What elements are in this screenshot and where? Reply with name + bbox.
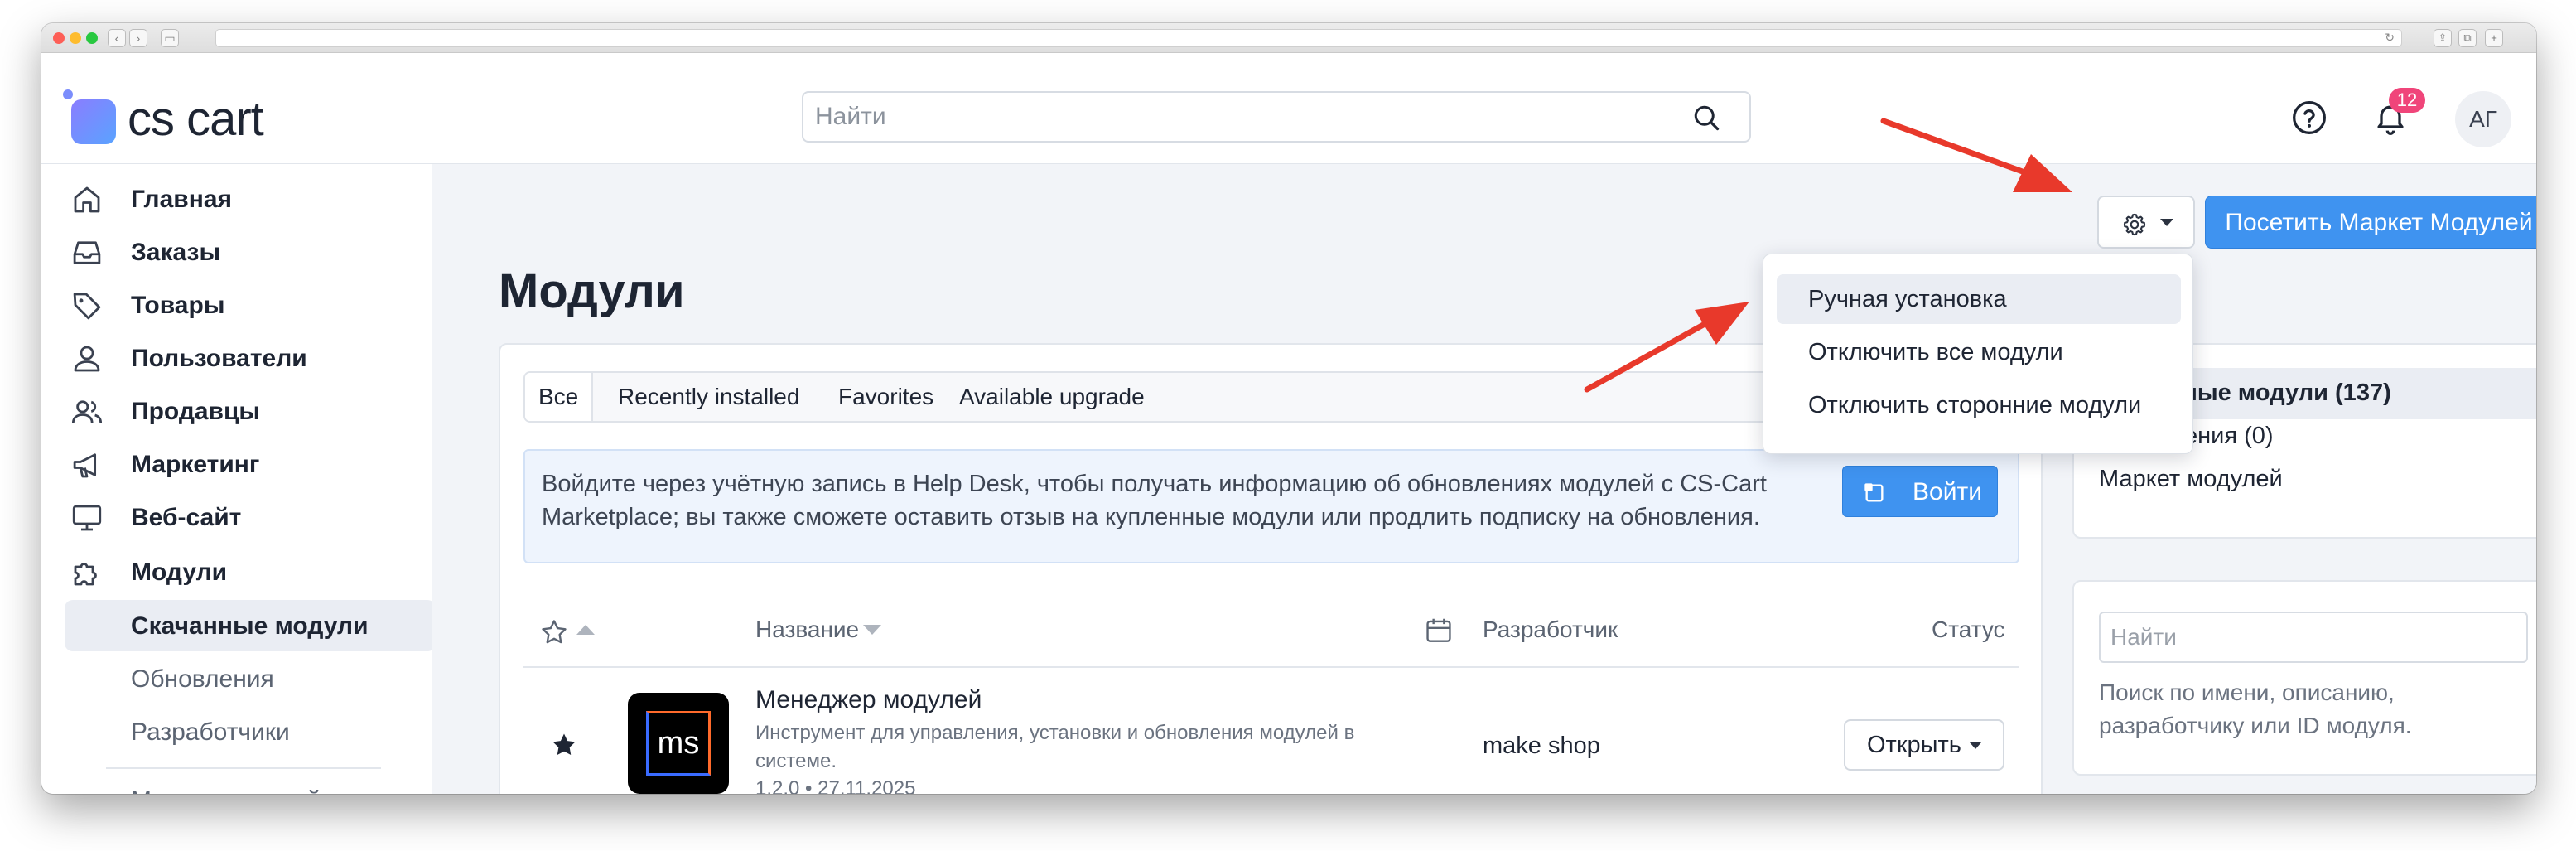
sidebar-item-label: Заказы xyxy=(131,239,221,266)
gear-icon xyxy=(2123,213,2146,236)
page-title: Модули xyxy=(499,264,685,318)
helpdesk-notice: Войдите через учётную запись в Help Desk… xyxy=(523,449,2019,563)
sidebar-item-modules[interactable]: Модули xyxy=(65,547,416,597)
column-status-header[interactable]: Статус xyxy=(1932,616,2005,643)
module-name[interactable]: Менеджер модулей xyxy=(755,686,982,714)
sidebar-subitem-updates[interactable]: Обновления xyxy=(65,653,436,704)
sidebar-subitem-label: Обновления xyxy=(131,665,274,693)
table-header-divider xyxy=(523,666,2019,668)
home-icon xyxy=(74,186,100,213)
sort-desc-icon[interactable] xyxy=(863,625,881,635)
sidebar-subitem-developers[interactable]: Разработчики xyxy=(65,706,436,757)
logo-text: cs cart xyxy=(128,92,264,146)
notifications-badge: 12 xyxy=(2389,88,2425,113)
sidebar-subitem-downloaded-modules[interactable]: Скачанные модули xyxy=(65,600,436,651)
forward-icon[interactable]: › xyxy=(129,29,147,47)
address-bar[interactable]: ↻ xyxy=(215,29,2402,47)
sidebar-item-products[interactable]: Товары xyxy=(65,280,416,330)
sidebar-item-users[interactable]: Пользователи xyxy=(65,333,416,383)
user-icon xyxy=(74,346,100,372)
menu-item-disable-third-party[interactable]: Отключить сторонние модули xyxy=(1777,380,2181,430)
open-module-label: Открыть xyxy=(1867,732,1961,758)
cs-cart-logo[interactable]: cs cart xyxy=(63,89,311,147)
sidebar-item-marketing[interactable]: Маркетинг xyxy=(65,439,416,489)
sidebar-item-label: Товары xyxy=(131,292,225,319)
share-icon[interactable]: ⇪ xyxy=(2434,29,2452,47)
tabs-icon[interactable]: ⧉ xyxy=(2458,29,2477,47)
sidebar-divider xyxy=(106,767,381,769)
chevron-down-icon xyxy=(2160,219,2173,226)
browser-chrome: ‹ › ▭ ↻ ⇪ ⧉ + xyxy=(41,23,2536,53)
global-search-input[interactable] xyxy=(803,93,1665,141)
sort-asc-icon[interactable] xyxy=(576,625,595,635)
sidebar-item-website[interactable]: Веб-сайт xyxy=(65,492,416,542)
top-header: cs cart 12 АГ xyxy=(41,53,2536,164)
menu-item-manual-install[interactable]: Ручная установка xyxy=(1777,274,2181,324)
puzzle-icon xyxy=(74,563,97,586)
login-button-label: Войти xyxy=(1913,478,1982,505)
sidebar-subitem-label: Маркет модулей xyxy=(131,786,321,794)
tab-available-upgrade[interactable]: Available upgrade xyxy=(946,373,1158,421)
sidebar: Главная Заказы Товары Пользователи Прода… xyxy=(41,164,436,794)
filter-market[interactable]: Маркет модулей xyxy=(2099,466,2283,493)
sidebar-toggle-icon[interactable]: ▭ xyxy=(161,29,179,47)
sidebar-item-home[interactable]: Главная xyxy=(65,174,416,224)
sidebar-item-label: Веб-сайт xyxy=(131,504,242,531)
tab-recently-installed[interactable]: Recently installed xyxy=(605,373,813,421)
browser-window: ‹ › ▭ ↻ ⇪ ⧉ + cs cart Найти 12 АГ Главна… xyxy=(41,23,2536,794)
avatar[interactable]: АГ xyxy=(2455,91,2511,147)
module-search-hint: Поиск по имени, описанию, разработчику и… xyxy=(2099,679,2412,738)
menu-item-disable-all[interactable]: Отключить все модули xyxy=(1777,327,2181,377)
login-icon xyxy=(1864,483,1884,502)
module-logo-text: ms xyxy=(657,726,700,761)
users-icon xyxy=(71,400,103,423)
global-search xyxy=(802,91,1751,143)
sidebar-item-label: Модули xyxy=(131,558,228,586)
visit-market-button[interactable]: Посетить Маркет Модулей xyxy=(2205,196,2536,249)
settings-dropdown-button[interactable] xyxy=(2097,196,2195,249)
monitor-icon xyxy=(72,505,102,531)
tag-icon xyxy=(73,293,101,320)
inbox-icon xyxy=(73,241,101,264)
logo-dot xyxy=(63,89,73,99)
sidebar-item-label: Маркетинг xyxy=(131,451,260,478)
sidebar-item-orders[interactable]: Заказы xyxy=(65,227,416,277)
sidebar-item-label: Главная xyxy=(131,186,233,213)
module-search-panel: Поиск по имени, описанию, разработчику и… xyxy=(2072,580,2536,776)
favorite-column-star-icon[interactable] xyxy=(538,616,570,648)
close-window-button[interactable] xyxy=(53,32,65,44)
column-name-header[interactable]: Название xyxy=(755,616,859,643)
sidebar-item-label: Продавцы xyxy=(131,398,261,425)
module-description: Инструмент для управления, установки и о… xyxy=(755,722,1355,772)
sidebar-item-label: Пользователи xyxy=(131,345,307,372)
chevron-down-icon xyxy=(1970,742,1981,749)
module-logo: ms xyxy=(628,693,729,794)
notice-text: Войдите через учётную запись в Help Desk… xyxy=(542,471,1767,530)
module-developer: make shop xyxy=(1483,733,1600,759)
new-tab-icon[interactable]: + xyxy=(2485,29,2503,47)
search-icon[interactable] xyxy=(1691,103,1721,133)
favorite-star-icon[interactable] xyxy=(548,729,580,761)
settings-dropdown-menu: Ручная установка Отключить все модули От… xyxy=(1763,254,2193,454)
back-icon[interactable]: ‹ xyxy=(108,29,126,47)
module-version: 1.2.0 • 27.11.2025 xyxy=(755,777,916,794)
sidebar-subitem-label: Разработчики xyxy=(131,718,290,746)
sidebar-item-vendors[interactable]: Продавцы xyxy=(65,386,416,436)
logo-square xyxy=(71,99,116,144)
megaphone-icon xyxy=(73,453,97,478)
open-module-button[interactable]: Открыть xyxy=(1844,719,2004,771)
minimize-window-button[interactable] xyxy=(70,32,81,44)
tab-favorites[interactable]: Favorites xyxy=(825,373,947,421)
sidebar-subitem-label: Скачанные модули xyxy=(131,612,369,640)
module-search-input[interactable] xyxy=(2099,612,2528,663)
tab-all[interactable]: Все xyxy=(525,373,594,421)
maximize-window-button[interactable] xyxy=(86,32,98,44)
login-button[interactable]: Войти xyxy=(1842,466,1998,517)
reload-icon[interactable]: ↻ xyxy=(2385,31,2395,45)
calendar-icon[interactable] xyxy=(1423,615,1454,646)
help-icon[interactable] xyxy=(2291,99,2328,136)
sidebar-subitem-market[interactable]: Маркет модулей xyxy=(65,774,436,794)
column-developer-header[interactable]: Разработчик xyxy=(1483,616,1618,643)
